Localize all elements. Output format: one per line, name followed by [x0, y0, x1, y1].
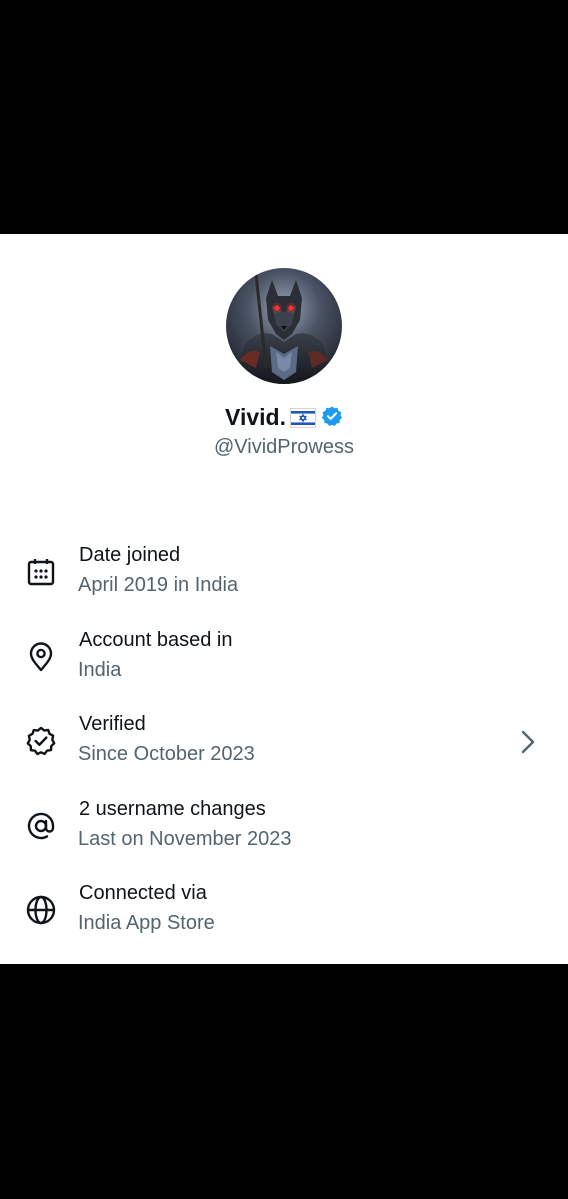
item-title: Connected via — [79, 882, 207, 904]
item-title: Account based in — [79, 629, 233, 651]
verified-badge-icon[interactable] — [321, 404, 343, 434]
username-changes-item: 2 username changes Last on November 2023 — [0, 790, 568, 862]
item-subtitle: Last on November 2023 — [78, 828, 292, 850]
item-title: Verified — [79, 713, 146, 735]
account-based-in-item: Account based in India — [0, 621, 568, 693]
israel-flag-icon — [289, 405, 316, 435]
date-joined-item: Date joined April 2019 in India — [0, 536, 568, 608]
verified-check-icon — [25, 725, 57, 757]
item-subtitle: April 2019 in India — [78, 574, 239, 596]
avatar[interactable] — [226, 268, 342, 384]
item-title: Date joined — [79, 544, 181, 566]
globe-icon — [25, 894, 57, 926]
profile-handle: @VividProwess — [214, 436, 354, 458]
calendar-icon — [25, 556, 57, 588]
display-name-row: Vivid. — [0, 402, 568, 435]
connected-via-item: Connected via India App Store — [0, 874, 568, 946]
item-subtitle: India — [78, 659, 122, 681]
about-account-panel: Vivid. @VividProwess Date joined April 2… — [0, 234, 568, 964]
verified-item[interactable]: Verified Since October 2023 — [0, 705, 568, 777]
wolf-warrior-avatar — [226, 268, 342, 384]
at-sign-icon — [25, 810, 57, 842]
location-pin-icon — [25, 641, 57, 673]
display-name: Vivid. — [225, 404, 286, 430]
item-subtitle: Since October 2023 — [78, 743, 255, 765]
item-subtitle: India App Store — [78, 912, 215, 934]
item-title: 2 username changes — [79, 798, 266, 820]
chevron-right-icon[interactable] — [514, 729, 540, 755]
screen: Vivid. @VividProwess Date joined April 2… — [0, 0, 568, 1199]
